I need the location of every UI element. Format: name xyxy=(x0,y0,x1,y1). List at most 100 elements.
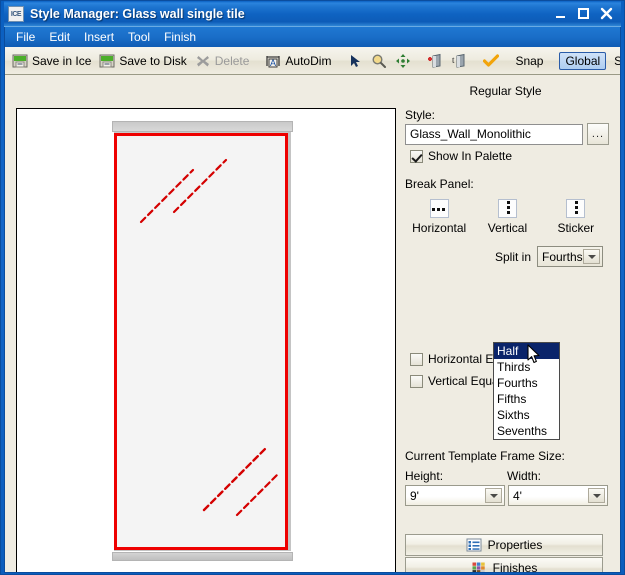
show-in-palette-label: Show In Palette xyxy=(428,149,513,163)
glass-panel[interactable] xyxy=(114,133,288,550)
break-horizontal-label: Horizontal xyxy=(412,221,467,235)
chevron-down-icon[interactable] xyxy=(588,488,605,503)
style-toolbar-label: Style xyxy=(614,54,620,68)
save-in-ice-button[interactable]: Save in Ice xyxy=(8,50,95,72)
break-option-sticker[interactable]: Sticker xyxy=(544,199,608,235)
svg-text:t: t xyxy=(452,55,455,65)
global-label: Global xyxy=(559,51,607,70)
toolbar: Save in Ice Save to Disk Delete A AutoDi… xyxy=(5,47,620,75)
add-panel-tool-button[interactable] xyxy=(423,50,447,72)
chevron-down-icon[interactable] xyxy=(583,249,600,264)
height-dropdown[interactable]: 9' xyxy=(405,485,505,506)
autodim-button[interactable]: A AutoDim xyxy=(261,50,335,72)
maximize-icon[interactable] xyxy=(573,3,594,23)
break-option-vertical[interactable]: Vertical xyxy=(475,199,539,235)
split-in-label: Split in xyxy=(494,249,531,264)
client-area: File Edit Insert Tool Finish Save in Ice xyxy=(4,27,621,573)
chevron-down-icon[interactable] xyxy=(485,488,502,503)
split-option-fifths[interactable]: Fifths xyxy=(494,391,559,407)
style-field-label: Style: xyxy=(405,108,436,122)
x-cross-icon xyxy=(195,53,211,69)
floppy-disk-icon xyxy=(12,53,28,69)
list-icon xyxy=(466,537,482,553)
window-controls xyxy=(550,3,617,23)
global-toggle[interactable]: Global xyxy=(555,50,610,72)
split-in-dropdown-list[interactable]: Half Thirds Fourths Fifths Sixths Sevent… xyxy=(493,342,560,440)
menu-bar: File Edit Insert Tool Finish xyxy=(5,27,620,47)
svg-text:A: A xyxy=(270,58,276,68)
break-horizontal-icon xyxy=(429,199,449,218)
menu-item-edit[interactable]: Edit xyxy=(42,29,77,45)
properties-label: Properties xyxy=(487,538,543,552)
menu-item-file[interactable]: File xyxy=(9,29,42,45)
height-label: Height: xyxy=(405,469,444,483)
delete-button[interactable]: Delete xyxy=(191,50,254,72)
application-window: ICE Style Manager: Glass wall single til… xyxy=(0,0,625,575)
tile-footer-rail xyxy=(112,552,293,561)
break-vertical-icon xyxy=(497,199,517,218)
application-icon: ICE xyxy=(8,6,24,22)
frame-size-labels: Height: Width: xyxy=(405,469,610,483)
style-input[interactable] xyxy=(405,123,583,145)
finishes-label: Finishes xyxy=(492,561,538,573)
style-properties-panel: Regular Style Style: ... Show In Palette… xyxy=(403,75,620,572)
split-option-fourths[interactable]: Fourths xyxy=(494,375,559,391)
break-option-horizontal[interactable]: Horizontal xyxy=(407,199,471,235)
split-option-thirds[interactable]: Thirds xyxy=(494,359,559,375)
width-value: 4' xyxy=(513,488,522,503)
panel-title: Regular Style xyxy=(469,84,542,98)
width-dropdown[interactable]: 4' xyxy=(508,485,608,506)
menu-item-insert[interactable]: Insert xyxy=(77,29,121,45)
vertical-equal-checkbox[interactable]: Vertical Equal xyxy=(410,374,501,388)
checkbox-box xyxy=(410,149,423,163)
split-in-dropdown[interactable]: Fourths xyxy=(537,246,603,267)
break-sticker-icon xyxy=(566,199,586,218)
properties-button[interactable]: Properties xyxy=(405,534,603,556)
split-in-row: Split in Fourths xyxy=(405,246,610,267)
minimize-icon[interactable] xyxy=(550,3,571,23)
break-vertical-label: Vertical xyxy=(487,221,528,235)
width-label: Width: xyxy=(507,469,542,483)
glass-mark-icon xyxy=(235,473,279,517)
magnifier-icon xyxy=(371,53,387,69)
style-toggle[interactable]: Style xyxy=(610,50,620,72)
snap-button[interactable]: Snap xyxy=(511,50,547,72)
window-title: Style Manager: Glass wall single tile xyxy=(30,7,245,21)
color-palette-icon xyxy=(471,560,487,572)
split-in-value: Fourths xyxy=(542,249,583,264)
finishes-button[interactable]: Finishes xyxy=(405,557,603,573)
split-option-sevenths[interactable]: Sevenths xyxy=(494,423,559,439)
floppy-disk-icon xyxy=(99,53,115,69)
tile-header-rail xyxy=(112,121,293,132)
vertical-equal-label: Vertical Equal xyxy=(428,374,502,388)
text-panel-tool-button[interactable]: t xyxy=(447,50,471,72)
zoom-tool-button[interactable] xyxy=(367,50,391,72)
break-panel-label: Break Panel: xyxy=(405,177,474,191)
menu-item-tool[interactable]: Tool xyxy=(121,29,157,45)
pan-tool-button[interactable] xyxy=(391,50,415,72)
split-option-half[interactable]: Half xyxy=(494,343,559,359)
split-option-sixths[interactable]: Sixths xyxy=(494,407,559,423)
glass-tile xyxy=(112,121,293,561)
arrow-cursor-icon xyxy=(347,53,363,69)
move-arrows-icon xyxy=(395,53,411,69)
height-value: 9' xyxy=(410,488,419,503)
autodim-icon: A xyxy=(265,53,281,69)
show-in-palette-checkbox[interactable]: Show In Palette xyxy=(410,149,512,163)
checkbox-box xyxy=(410,374,423,388)
style-browse-button[interactable]: ... xyxy=(587,123,609,145)
save-to-disk-button[interactable]: Save to Disk xyxy=(95,50,190,72)
preview-canvas[interactable] xyxy=(16,108,396,572)
close-icon[interactable] xyxy=(596,3,617,23)
add-panel-icon xyxy=(427,53,443,69)
glass-mark-icon xyxy=(172,158,228,214)
pointer-tool-button[interactable] xyxy=(343,50,367,72)
check-mark-icon xyxy=(483,53,500,69)
approve-tool-button[interactable] xyxy=(479,50,503,72)
frame-size-label: Current Template Frame Size: xyxy=(405,449,565,463)
autodim-label: AutoDim xyxy=(285,53,332,68)
style-field-row: ... xyxy=(405,123,609,145)
title-bar: ICE Style Manager: Glass wall single til… xyxy=(4,1,621,27)
menu-item-finish[interactable]: Finish xyxy=(157,29,203,45)
save-in-ice-label: Save in Ice xyxy=(32,53,92,68)
